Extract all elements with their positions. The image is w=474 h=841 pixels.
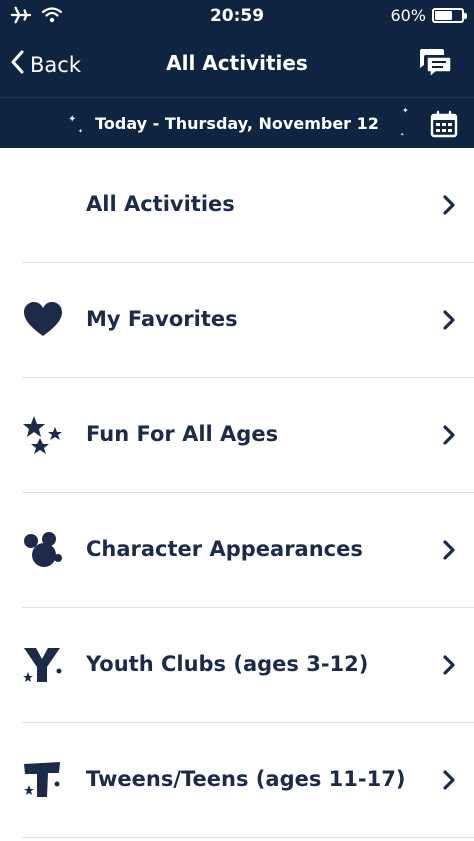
list-item-youth-clubs[interactable]: Youth Clubs (ages 3-12) [0,608,474,723]
chevron-right-icon [443,770,455,790]
status-bar: 20:59 60% [0,0,474,32]
heart-icon [22,300,64,340]
list-item-label: Character Appearances [86,537,363,561]
list-item-fun-for-all-ages[interactable]: Fun For All Ages [0,378,474,493]
divider [22,837,474,838]
list-item-label: My Favorites [86,307,238,331]
list-item-label: Fun For All Ages [86,422,279,446]
chevron-right-icon [443,655,455,675]
page-title: All Activities [166,51,308,75]
chevron-right-icon [443,425,455,445]
chat-button[interactable] [416,46,454,82]
battery-fill [435,11,452,20]
chevron-right-icon [443,540,455,560]
battery-nub [464,13,467,19]
status-right: 60% [390,6,467,25]
list-item-my-favorites[interactable]: My Favorites [0,263,474,378]
list-item-label: All Activities [86,192,235,216]
list-item-label: Tweens/Teens (ages 11-17) [86,767,406,791]
chevron-right-icon [443,195,455,215]
mickey-ears-icon [22,530,64,570]
chevron-right-icon [443,310,455,330]
list-item-all-activities[interactable]: All Activities [0,148,474,263]
chat-bubble-icon [416,49,454,82]
tweens-t-icon [22,760,64,800]
list-item-character-appearances[interactable]: Character Appearances [0,493,474,608]
activity-category-list: All Activities My Favorites Fun For All … [0,148,474,838]
calendar-icon [430,110,458,142]
date-label: Today - Thursday, November 12 [95,114,379,133]
list-item-label: Youth Clubs (ages 3-12) [86,652,369,676]
app-header: 20:59 60% Back All Activities ✦ ✦ ✦ ✦ To… [0,0,474,148]
date-bar[interactable]: ✦ ✦ ✦ ✦ Today - Thursday, November 12 [0,97,474,148]
list-item-tweens-teens[interactable]: Tweens/Teens (ages 11-17) [0,723,474,838]
nav-bar: Back All Activities [0,36,474,92]
battery-percent: 60% [390,6,426,25]
youth-club-y-icon [22,645,64,685]
battery-icon [432,8,467,23]
stars-icon [22,415,64,455]
calendar-button[interactable] [430,110,458,142]
